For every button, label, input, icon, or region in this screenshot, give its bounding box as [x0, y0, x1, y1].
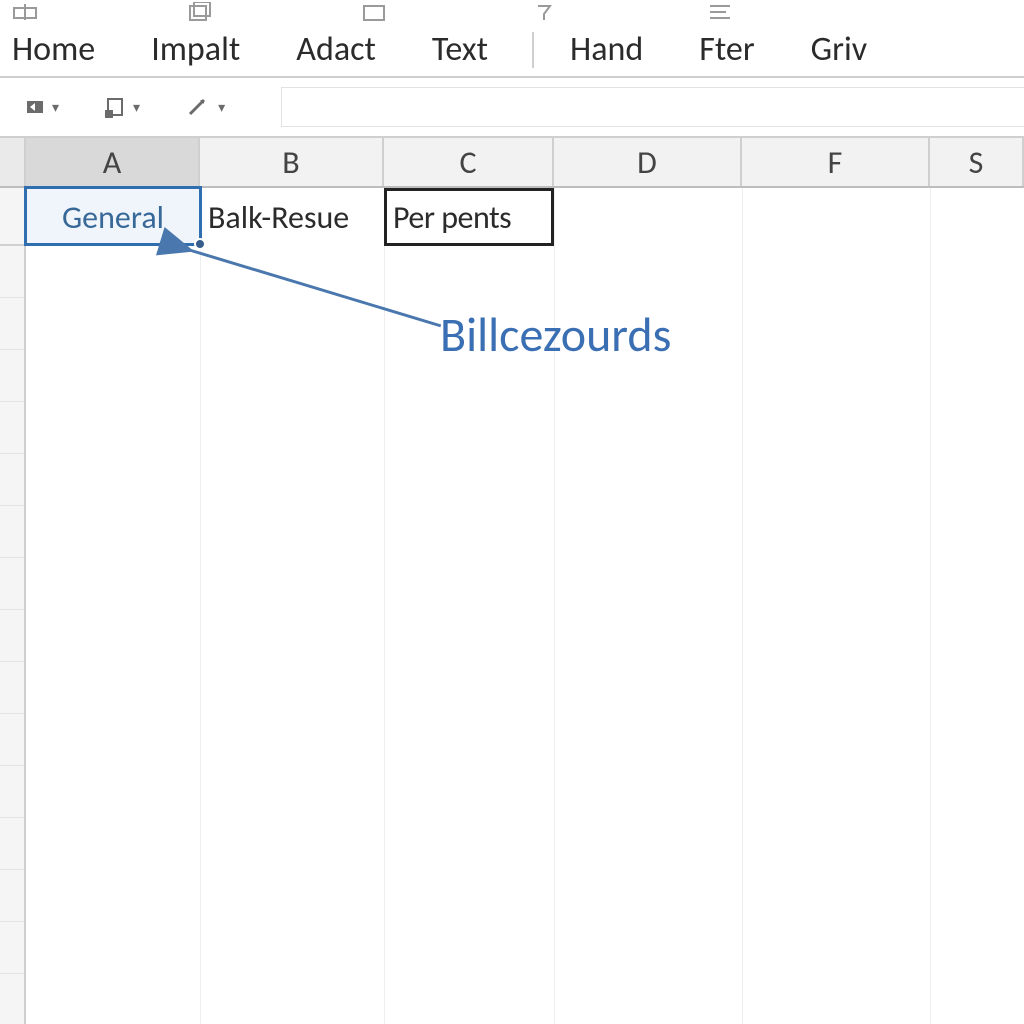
row-header-1[interactable] [0, 188, 24, 246]
row-header-gutter [0, 188, 26, 1024]
row-1: General Balk-Resue Per pents [26, 188, 554, 246]
select-all-corner[interactable] [0, 138, 26, 186]
qat-button-3[interactable]: ▾ [186, 96, 225, 118]
cell-A1-value: General [62, 198, 164, 237]
cell-A1[interactable]: General [26, 188, 200, 246]
row-header-3[interactable] [0, 298, 24, 350]
column-header-row: A B C D F S [0, 138, 1024, 188]
row-header-6[interactable] [0, 454, 24, 506]
chevron-down-icon: ▾ [133, 99, 140, 116]
cell-C1[interactable]: Per pents [384, 188, 554, 246]
row-header-14[interactable] [0, 870, 24, 922]
qat-button-2[interactable]: ▾ [105, 96, 140, 118]
tab-griv[interactable]: Griv [805, 24, 873, 76]
ribbon-icon-5 [706, 2, 740, 22]
tab-fter[interactable]: Fter [693, 24, 760, 76]
column-header-D[interactable]: D [554, 138, 742, 186]
column-header-B[interactable]: B [200, 138, 384, 186]
tab-impalt[interactable]: Impalt [145, 24, 246, 76]
ribbon-icon-4 [532, 2, 566, 22]
row-header-13[interactable] [0, 818, 24, 870]
ribbon-icon-2 [184, 2, 218, 22]
tab-hand[interactable]: Hand [564, 24, 649, 76]
tab-text[interactable]: Text [426, 24, 494, 76]
tab-separator [532, 32, 534, 68]
qat-button-1[interactable]: ▾ [24, 98, 59, 116]
tab-adact[interactable]: Adact [290, 24, 382, 76]
cell-B1-value: Balk-Resue [208, 198, 349, 237]
column-header-A[interactable]: A [26, 138, 200, 186]
spreadsheet: A B C D F S [0, 138, 1024, 1024]
ribbon-icon-strip [0, 0, 1024, 24]
chevron-down-icon: ▾ [218, 99, 225, 116]
row-header-10[interactable] [0, 662, 24, 714]
cell-C1-value: Per pents [393, 198, 511, 237]
row-header-7[interactable] [0, 506, 24, 558]
row-header-11[interactable] [0, 714, 24, 766]
ribbon-icon-3 [358, 2, 392, 22]
row-header-4[interactable] [0, 350, 24, 402]
row-header-9[interactable] [0, 610, 24, 662]
row-header-15[interactable] [0, 922, 24, 974]
ribbon-icon-1 [10, 2, 44, 22]
column-header-C[interactable]: C [384, 138, 554, 186]
cell-B1[interactable]: Balk-Resue [200, 188, 384, 246]
column-header-S[interactable]: S [930, 138, 1024, 186]
ribbon-tabs: Home Impalt Adact Text Hand Fter Griv [0, 24, 1024, 78]
row-header-8[interactable] [0, 558, 24, 610]
row-header-2[interactable] [0, 246, 24, 298]
cell-area[interactable]: General Balk-Resue Per pents [26, 188, 1024, 1024]
column-header-F[interactable]: F [742, 138, 930, 186]
formula-bar[interactable] [281, 87, 1024, 127]
row-header-5[interactable] [0, 402, 24, 454]
tab-home[interactable]: Home [6, 24, 101, 76]
chevron-down-icon: ▾ [52, 99, 59, 116]
row-header-12[interactable] [0, 766, 24, 818]
quick-access-bar: ▾ ▾ ▾ [0, 78, 1024, 138]
